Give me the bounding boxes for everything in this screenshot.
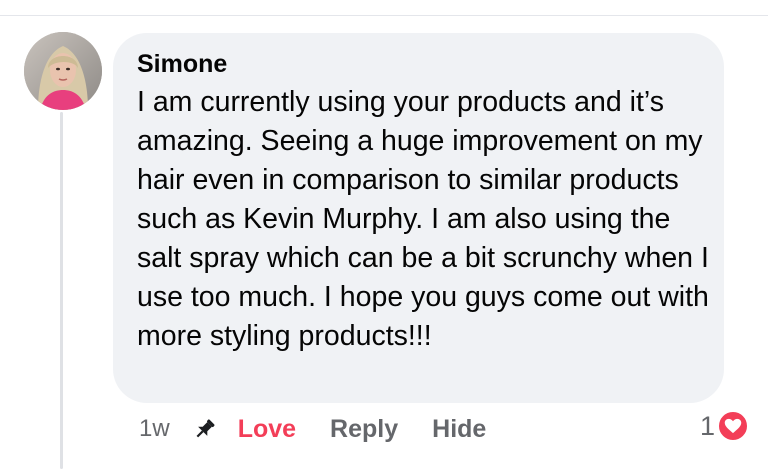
comment-timestamp[interactable]: 1w [139, 415, 170, 443]
heart-icon [717, 410, 750, 442]
thread-line [60, 112, 63, 469]
comment-author[interactable]: Simone [137, 49, 704, 79]
love-button[interactable]: Love [238, 415, 296, 444]
comment-actions: 1w Love Reply Hide [139, 412, 520, 446]
reaction-count: 1 [700, 410, 716, 441]
pin-icon[interactable] [192, 416, 218, 442]
comment-text: I am currently using your products and i… [137, 86, 709, 352]
reply-button[interactable]: Reply [330, 415, 398, 444]
hide-button[interactable]: Hide [432, 415, 486, 444]
avatar[interactable] [24, 32, 102, 110]
comment-bubble: Simone I am currently using your product… [113, 33, 724, 403]
top-divider [0, 15, 768, 16]
reaction-summary[interactable]: 1 [700, 410, 750, 442]
